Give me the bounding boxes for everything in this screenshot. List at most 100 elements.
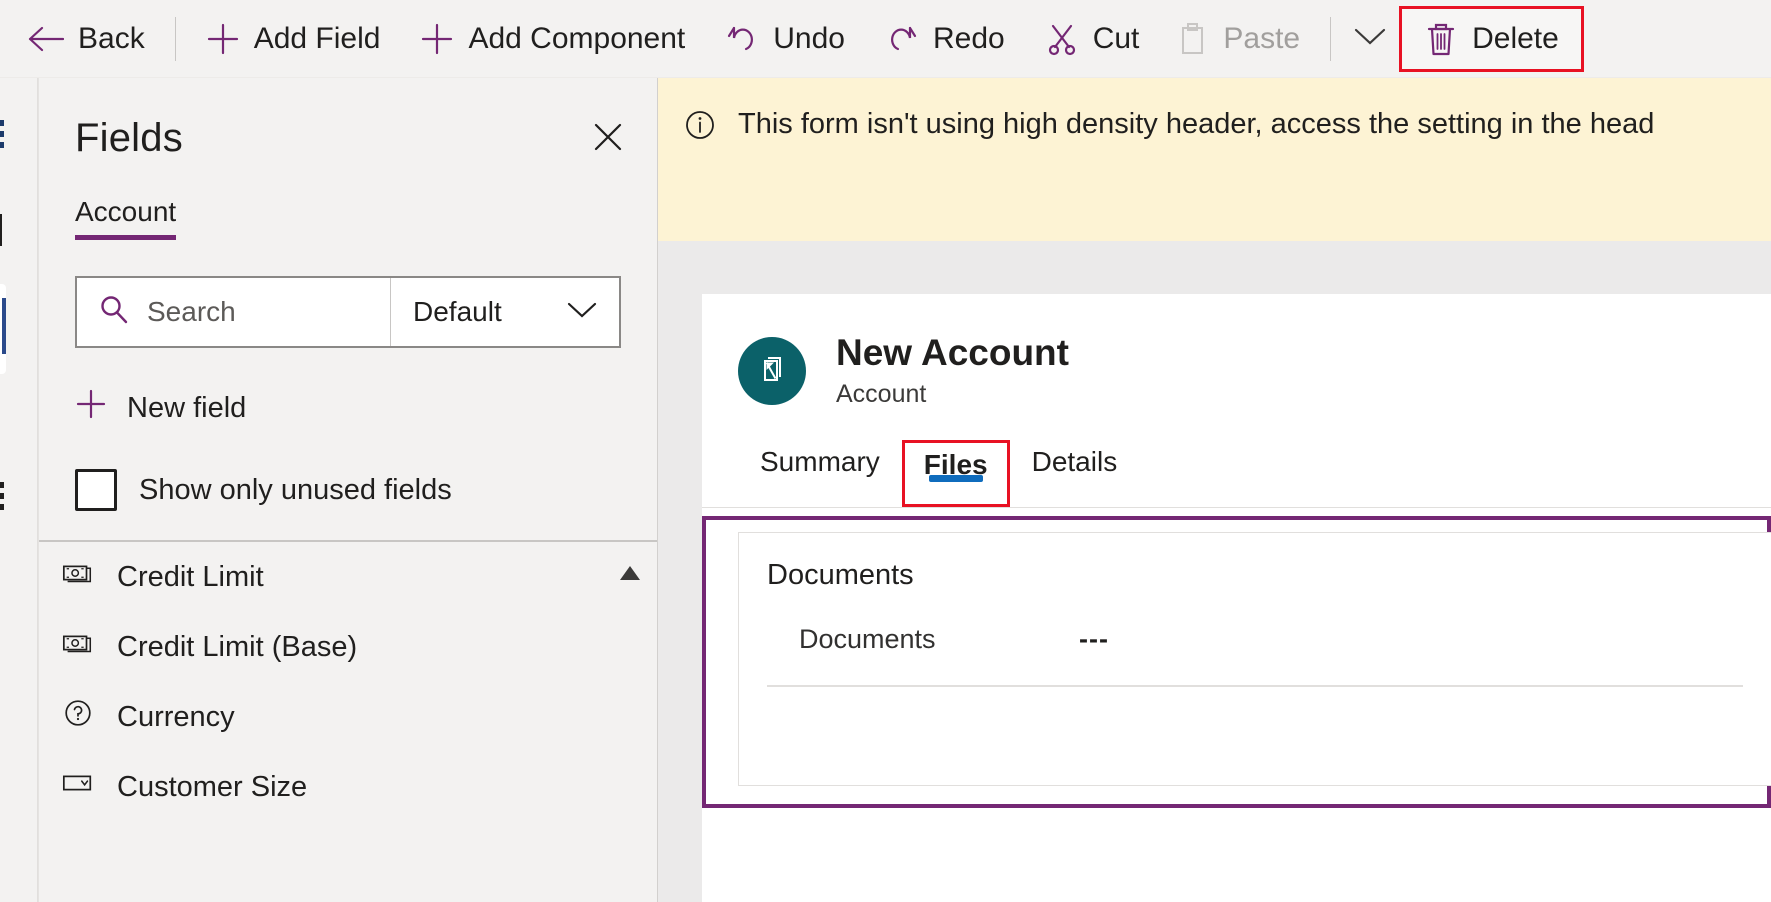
chevron-down-icon <box>565 296 599 328</box>
plus-icon <box>206 22 240 56</box>
field-list-item-label: Currency <box>117 700 235 733</box>
search-icon <box>97 293 131 332</box>
field-list-item-label: Credit Limit (Base) <box>117 630 358 663</box>
delete-button[interactable]: Delete <box>1399 5 1584 72</box>
form-tab-strip: Summary Files Details <box>702 409 1771 507</box>
fields-search-input[interactable] <box>147 296 390 328</box>
close-fields-panel-button[interactable] <box>585 116 631 162</box>
redo-button[interactable]: Redo <box>865 8 1025 70</box>
undo-label: Undo <box>773 21 845 55</box>
tab-summary[interactable]: Summary <box>738 440 902 504</box>
add-field-button[interactable]: Add Field <box>186 8 401 70</box>
tree-view-sidebar[interactable] <box>0 78 38 902</box>
field-list-item[interactable]: Credit Limit (Base) <box>39 612 657 682</box>
undo-icon <box>725 22 759 56</box>
fields-list[interactable]: Credit Limit Credit Limit (Base) Currenc… <box>39 542 657 902</box>
notification-banner: This form isn't using high density heade… <box>658 78 1771 241</box>
currency-icon <box>61 556 95 598</box>
cut-button[interactable]: Cut <box>1025 8 1160 70</box>
fields-search-row: Default <box>75 276 621 348</box>
fields-search-box[interactable] <box>77 278 391 346</box>
paste-button[interactable]: Paste <box>1159 8 1320 70</box>
clipboard-icon <box>1179 22 1209 56</box>
fields-panel: Fields Account Default <box>38 78 658 902</box>
fields-filter-value: Default <box>413 296 502 327</box>
documents-field-value: --- <box>1079 623 1109 654</box>
tree-node-dots <box>0 120 4 153</box>
fields-tab-label: Account <box>75 196 177 227</box>
optionset-icon <box>61 766 95 808</box>
page-title: New Account <box>836 332 1069 373</box>
tree-node-dots <box>0 482 4 515</box>
close-icon <box>590 119 626 160</box>
back-button[interactable]: Back <box>6 8 165 70</box>
documents-section-inner: Documents Documents --- <box>738 531 1771 786</box>
field-list-item-label: Customer Size <box>117 770 308 803</box>
tab-files[interactable]: Files <box>901 439 1010 507</box>
tree-selected-card[interactable] <box>0 284 6 374</box>
field-list-item-label: Credit Limit <box>117 560 264 593</box>
form-record-title-block: New Account Account <box>836 332 1069 409</box>
fields-filter-dropdown[interactable]: Default <box>391 278 619 346</box>
trash-icon <box>1424 20 1458 58</box>
show-only-unused-fields-checkbox-row[interactable]: Show only unused fields <box>75 462 621 518</box>
back-label: Back <box>78 21 145 55</box>
account-entity-icon <box>738 337 806 406</box>
fields-panel-header: Fields <box>39 78 657 162</box>
field-list-item[interactable]: Customer Size <box>39 752 657 822</box>
tab-details[interactable]: Details <box>1010 440 1140 504</box>
show-only-unused-fields-checkbox[interactable] <box>75 469 117 511</box>
add-field-label: Add Field <box>253 21 381 55</box>
tree-dot <box>0 120 4 126</box>
plus-icon <box>420 22 454 56</box>
triangle-up-icon <box>613 566 647 592</box>
toolbar-overflow-button[interactable] <box>1341 8 1399 70</box>
documents-field-label: Documents <box>799 623 936 654</box>
section-title: Documents <box>767 558 914 591</box>
redo-icon <box>885 22 919 56</box>
chevron-down-icon <box>1350 24 1390 53</box>
undo-button[interactable]: Undo <box>705 8 865 70</box>
form-preview-area: This form isn't using high density heade… <box>658 78 1771 902</box>
new-field-label: New field <box>127 391 247 424</box>
tree-dot <box>0 142 4 148</box>
tree-dot <box>0 131 4 137</box>
lookup-icon <box>61 696 95 738</box>
add-component-label: Add Component <box>468 21 686 55</box>
form-designer-app: Back Add Field Add Component Undo Redo C… <box>0 0 1771 902</box>
field-list-item[interactable]: Currency <box>39 682 657 752</box>
arrow-left-icon <box>26 23 64 55</box>
form-card: New Account Account Summary Files Detail… <box>702 294 1771 902</box>
field-list-item[interactable]: Credit Limit <box>39 542 657 612</box>
tree-node-bar <box>0 214 2 246</box>
tree-dot <box>0 482 4 488</box>
fields-panel-title: Fields <box>75 116 183 160</box>
active-tab-indicator <box>928 474 983 482</box>
command-bar: Back Add Field Add Component Undo Redo C… <box>0 0 1771 78</box>
show-only-unused-fields-label: Show only unused fields <box>139 473 452 506</box>
tree-dot <box>0 493 4 499</box>
toolbar-divider-2 <box>1330 16 1332 61</box>
tree-selection-accent <box>2 298 6 354</box>
form-canvas: New Account Account Summary Files Detail… <box>658 241 1771 902</box>
paste-label: Paste <box>1223 21 1301 55</box>
add-component-button[interactable]: Add Component <box>400 8 705 70</box>
documents-section[interactable]: Documents Documents --- <box>702 515 1771 808</box>
fields-list-scroll-up-button[interactable] <box>613 558 647 588</box>
toolbar-divider-1 <box>174 16 176 61</box>
plus-icon <box>75 388 107 428</box>
tab-label: Details <box>1031 445 1118 477</box>
redo-label: Redo <box>932 21 1005 55</box>
currency-icon <box>61 626 95 668</box>
delete-label: Delete <box>1472 21 1559 55</box>
cut-label: Cut <box>1092 21 1140 55</box>
page-subtitle: Account <box>836 379 927 408</box>
section-separator <box>767 684 1743 687</box>
fields-panel-tabs: Account <box>39 196 657 240</box>
notification-text: This form isn't using high density heade… <box>738 108 1655 140</box>
fields-tab-account[interactable]: Account <box>75 196 177 240</box>
scissors-icon <box>1045 22 1079 56</box>
documents-field-row[interactable]: Documents --- <box>739 592 1771 655</box>
info-icon <box>682 107 718 148</box>
new-field-button[interactable]: New field <box>75 382 621 434</box>
